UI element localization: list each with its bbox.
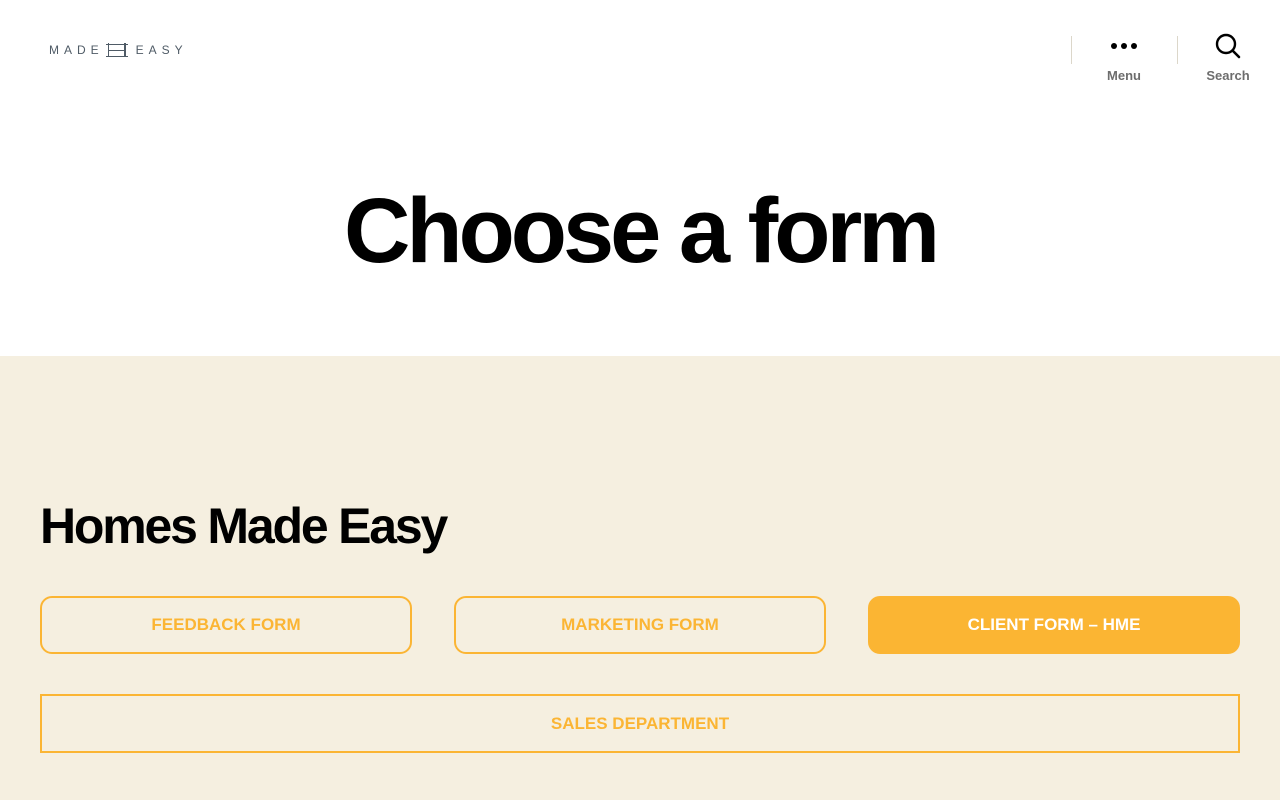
site-header: MADE EASY Menu Search (0, 0, 1280, 110)
menu-toggle-button[interactable]: Menu (1072, 30, 1176, 90)
logo-text-left: MADE (49, 43, 104, 57)
ellipsis-icon (1111, 30, 1137, 62)
site-logo[interactable]: MADE EASY (49, 42, 231, 58)
logo-mark-icon (105, 42, 128, 57)
menu-label: Menu (1107, 68, 1141, 83)
search-toggle-button[interactable]: Search (1176, 30, 1280, 90)
search-icon (1215, 30, 1241, 62)
forms-section: Homes Made Easy FEEDBACK FORM MARKETING … (0, 356, 1280, 800)
sales-department-button[interactable]: SALES DEPARTMENT (40, 694, 1240, 753)
section-heading: Homes Made Easy (40, 498, 448, 554)
search-label: Search (1206, 68, 1250, 83)
page-title: Choose a form (343, 180, 940, 282)
marketing-form-button[interactable]: MARKETING FORM (454, 596, 826, 654)
logo-text-right: EASY (135, 43, 188, 57)
feedback-form-button[interactable]: FEEDBACK FORM (40, 596, 412, 654)
client-form-hme-button[interactable]: CLIENT FORM – HME (868, 596, 1240, 654)
